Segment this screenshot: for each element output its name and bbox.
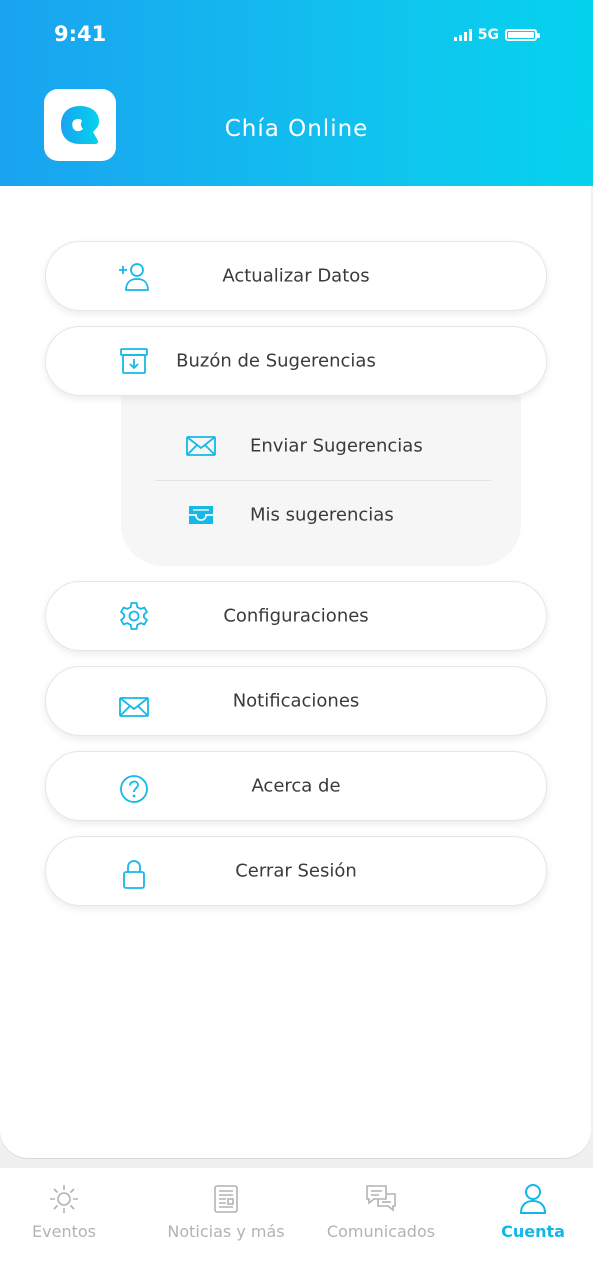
tab-eventos-label: Eventos [32, 1222, 96, 1241]
notifications-button[interactable]: Notificaciones [45, 666, 547, 736]
tab-eventos[interactable]: Eventos [0, 1182, 138, 1241]
suggestions-box-button[interactable]: Buzón de Sugerencias [45, 326, 547, 396]
send-suggestions-label: Enviar Sugerencias [250, 435, 423, 457]
inbox-tray-icon [189, 506, 213, 524]
my-suggestions-item[interactable]: Mis sugerencias [121, 485, 521, 545]
tab-comunicados[interactable]: Comunicados [307, 1182, 455, 1241]
my-suggestions-label: Mis sugerencias [250, 504, 394, 526]
settings-label: Configuraciones [223, 605, 369, 627]
tab-cuenta-label: Cuenta [501, 1222, 565, 1241]
send-suggestions-item[interactable]: Enviar Sugerencias [121, 416, 521, 476]
app-title: Chía Online [224, 116, 369, 142]
status-time: 9:41 [54, 22, 107, 46]
newspaper-icon [214, 1185, 238, 1213]
app-header: 9:41 5G Chía Online [0, 0, 593, 186]
bottom-tab-bar: Eventos Noticias y más Comunicados Cuent… [0, 1168, 593, 1280]
status-indicators: 5G [453, 27, 540, 43]
account-menu: Actualizar Datos Enviar Sugerencias Mis … [0, 186, 591, 1158]
tab-comunicados-label: Comunicados [326, 1222, 436, 1241]
about-label: Acerca de [251, 775, 341, 797]
about-button[interactable]: Acerca de [45, 751, 547, 821]
tab-noticias-label: Noticias y más [167, 1222, 285, 1241]
settings-button[interactable]: Configuraciones [45, 581, 547, 651]
update-data-label: Actualizar Datos [222, 265, 370, 287]
envelope-icon [186, 436, 216, 456]
logout-label: Cerrar Sesión [235, 860, 357, 882]
suggestions-submenu: Enviar Sugerencias Mis sugerencias [121, 396, 521, 566]
update-data-button[interactable]: Actualizar Datos [45, 241, 547, 311]
tab-cuenta[interactable]: Cuenta [459, 1182, 593, 1241]
chat-bubbles-icon [366, 1185, 396, 1212]
submenu-divider [155, 480, 491, 481]
sun-icon [50, 1185, 78, 1213]
user-icon [519, 1184, 547, 1214]
notifications-label: Notificaciones [232, 690, 360, 712]
signal-icon [453, 29, 472, 41]
app-frame: 9:41 5G Chía Online Actualizar Datos Env… [0, 0, 593, 1280]
battery-icon [505, 29, 540, 41]
network-type: 5G [477, 27, 499, 43]
tab-noticias[interactable]: Noticias y más [152, 1182, 300, 1241]
suggestions-box-label: Buzón de Sugerencias [176, 350, 376, 372]
logout-button[interactable]: Cerrar Sesión [45, 836, 547, 906]
